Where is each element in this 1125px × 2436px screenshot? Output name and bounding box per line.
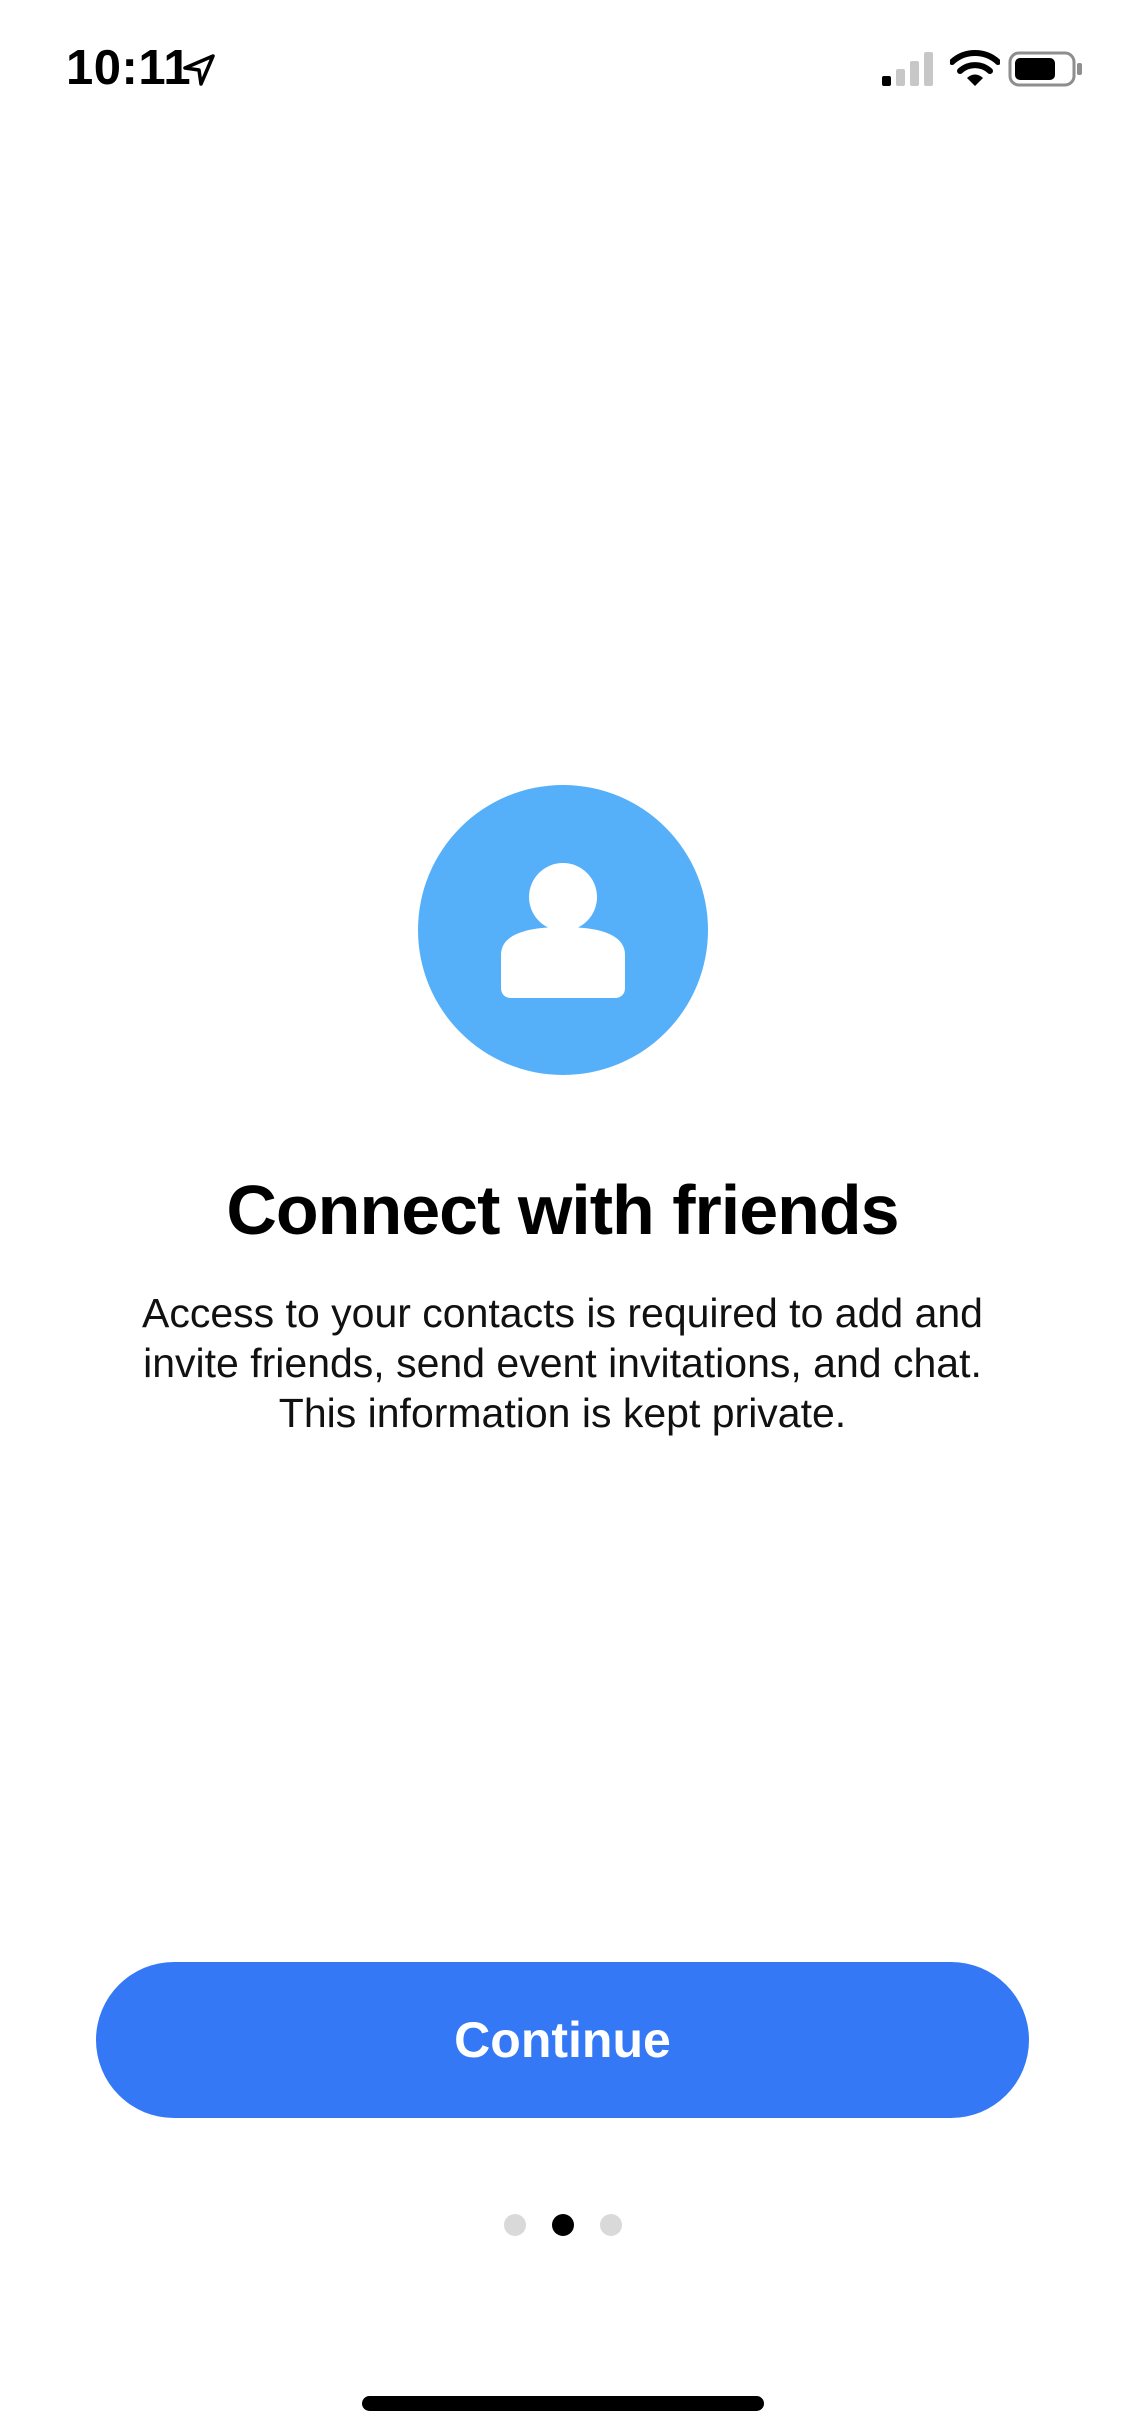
description-line: This information is kept private. xyxy=(278,1390,847,1436)
page-dot xyxy=(503,2214,526,2236)
location-arrow-icon xyxy=(183,54,215,86)
person-icon xyxy=(501,863,625,998)
contacts-avatar xyxy=(418,785,708,1075)
page-indicator xyxy=(0,2214,1125,2238)
status-bar: 10:11 xyxy=(0,0,1125,140)
wifi-icon xyxy=(950,50,1000,86)
continue-button[interactable]: Continue xyxy=(96,1962,1029,2118)
battery-icon xyxy=(1008,51,1082,87)
page-dot-active xyxy=(551,2214,574,2236)
home-indicator[interactable] xyxy=(362,2396,764,2411)
description: Access to your contacts is required to a… xyxy=(90,1288,1035,1438)
description-line: Access to your contacts is required to a… xyxy=(142,1290,983,1336)
status-time: 10:11 xyxy=(66,41,192,95)
description-line: invite friends, send event invitations, … xyxy=(143,1340,982,1386)
page-dot xyxy=(599,2214,622,2236)
page-title: Connect with friends xyxy=(226,1171,899,1249)
signal-icon xyxy=(882,52,933,86)
